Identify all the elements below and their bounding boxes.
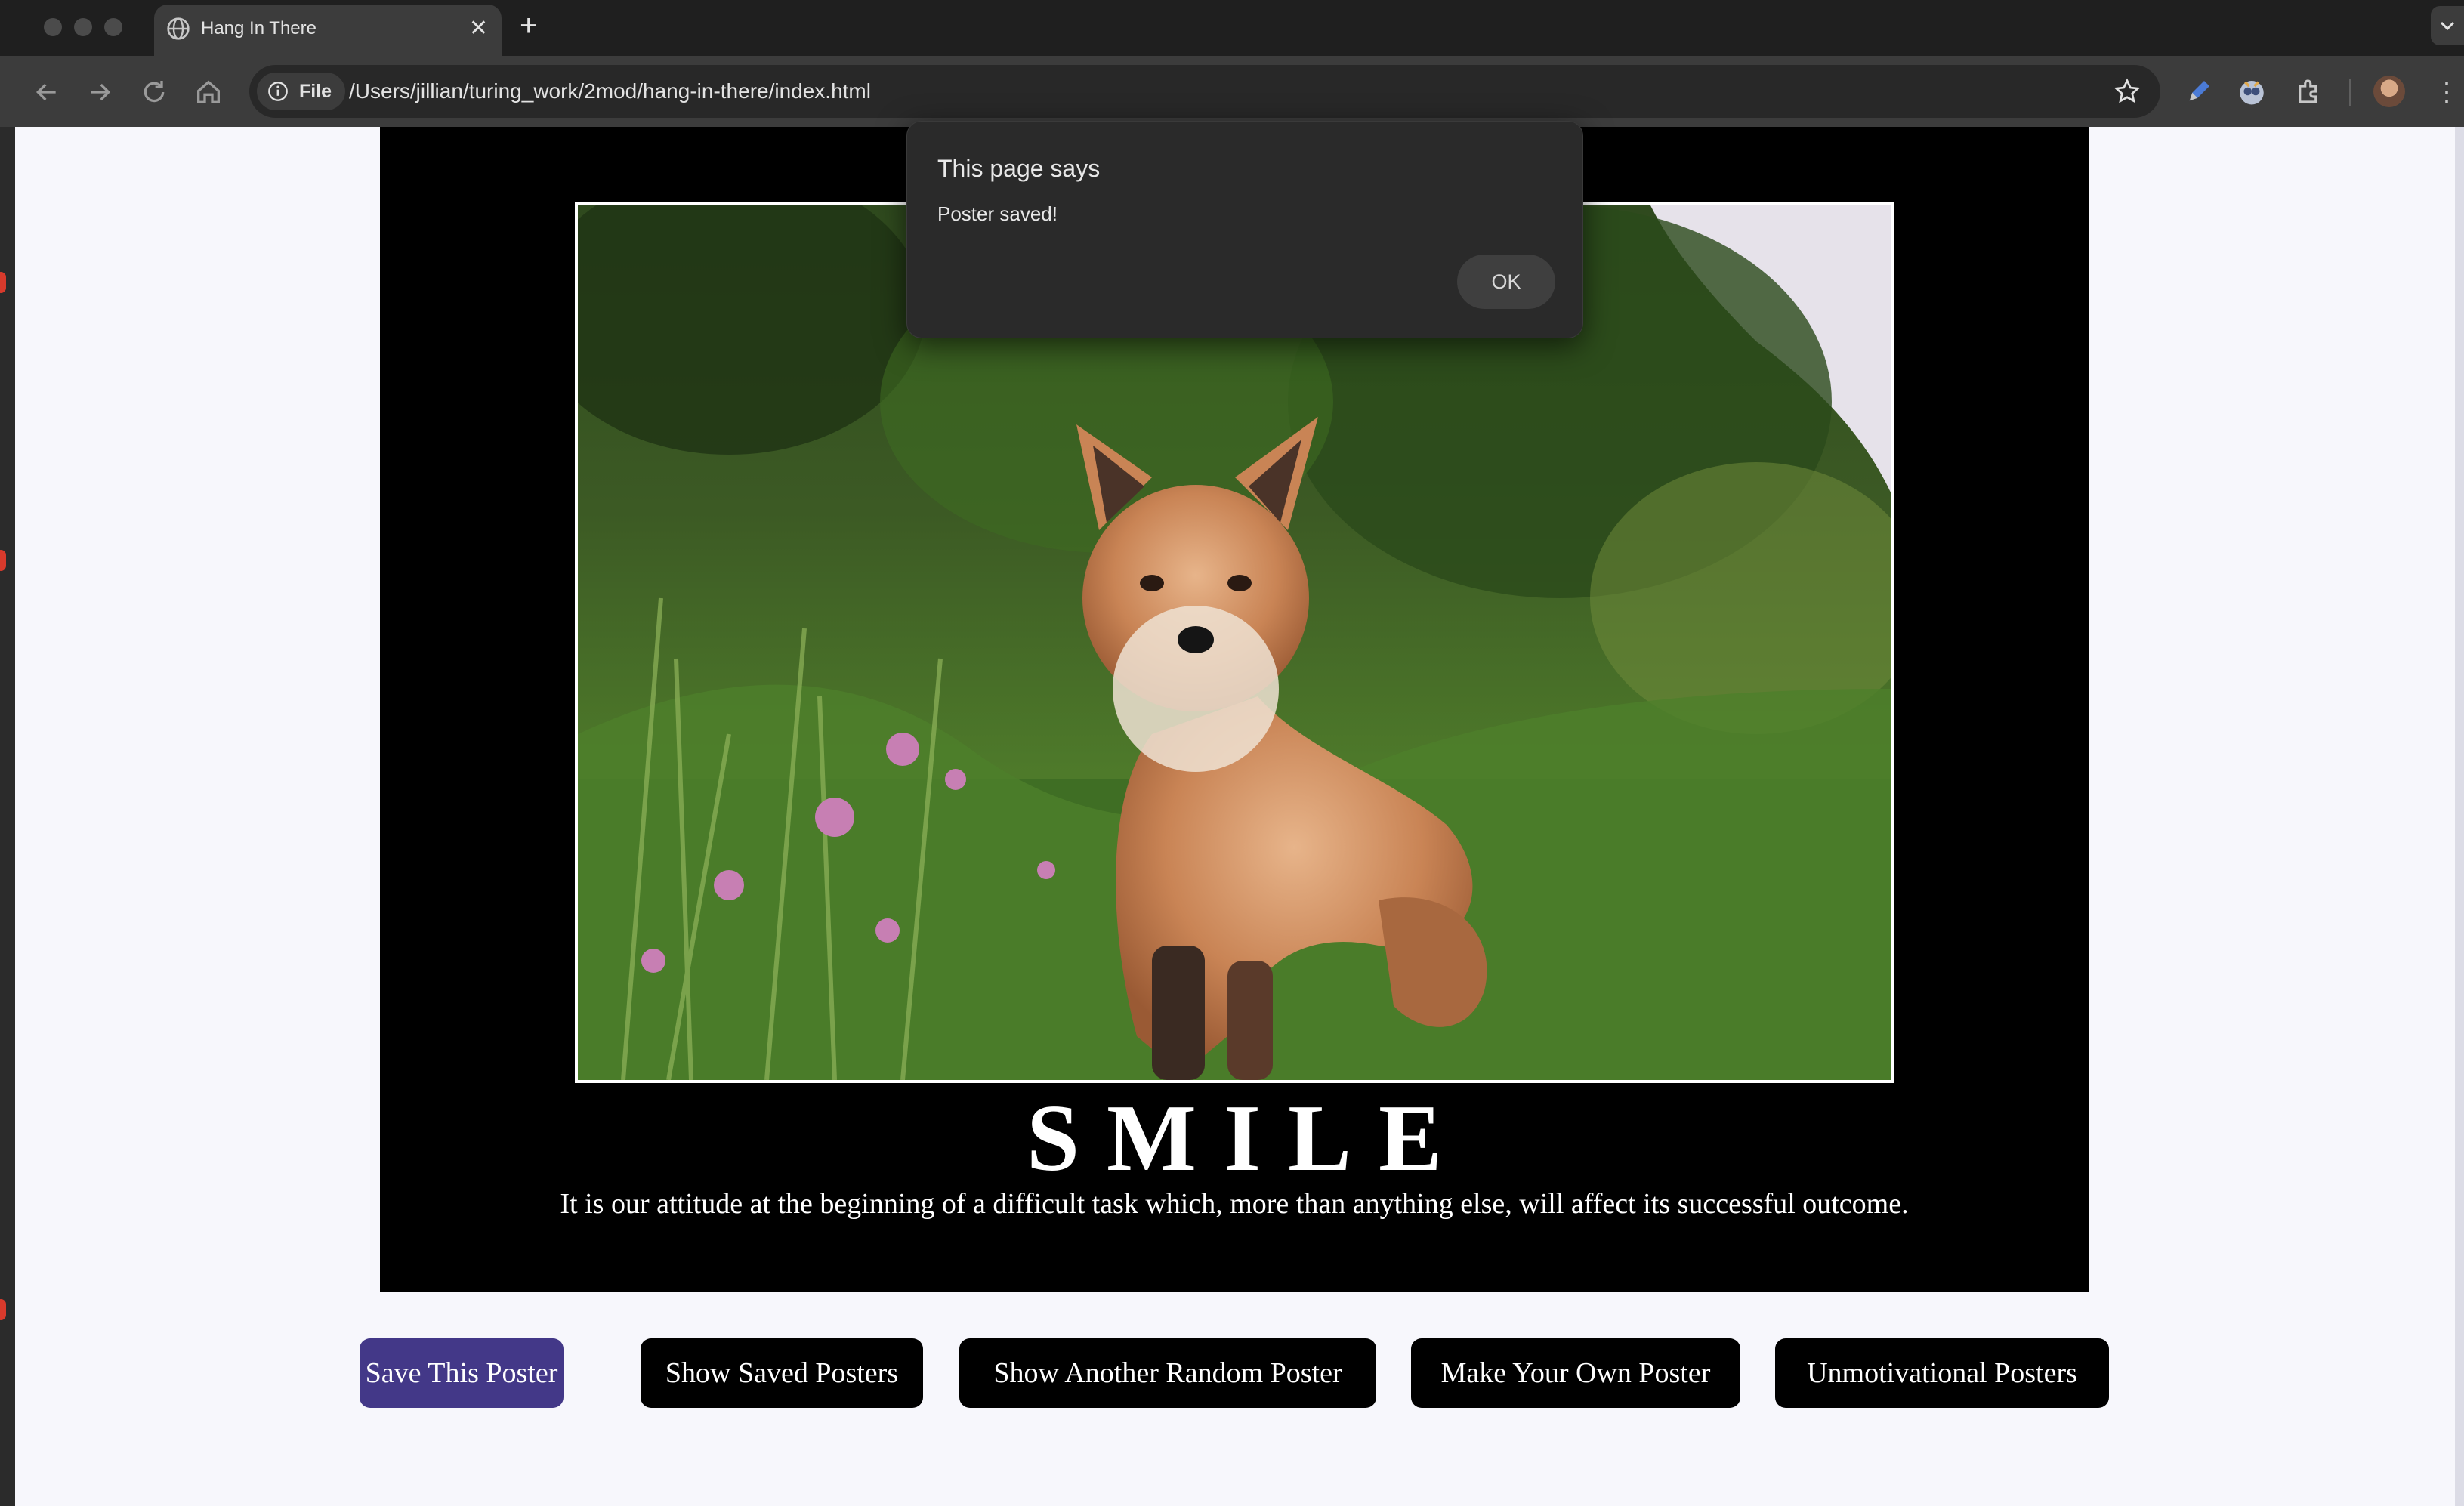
edge-indicator [0,550,6,571]
poster-quote: It is our attitude at the beginning of a… [560,1188,1909,1220]
forward-icon[interactable] [85,77,115,107]
extensions-puzzle-icon[interactable] [2293,76,2325,107]
unmotivational-posters-button[interactable]: Unmotivational Posters [1775,1338,2109,1408]
scrollbar-track[interactable] [2455,127,2464,1506]
close-window-button[interactable] [44,18,62,36]
globe-icon [167,17,190,40]
dialog-message: Poster saved! [937,202,1058,225]
minimize-window-button[interactable] [74,18,92,36]
back-icon[interactable] [32,77,62,107]
make-own-poster-button[interactable]: Make Your Own Poster [1411,1338,1740,1408]
tab-title: Hang In There [201,18,316,39]
info-icon [268,82,288,101]
dialog-title: This page says [937,155,1101,182]
site-info-chip[interactable]: File [257,73,346,110]
ok-button[interactable]: OK [1457,255,1555,309]
show-random-poster-button[interactable]: Show Another Random Poster [959,1338,1376,1408]
chevron-down-icon [2440,21,2455,31]
pen-extension-icon[interactable] [2183,76,2215,107]
alert-dialog: This page says Poster saved! OK [906,121,1583,338]
browser-toolbar: File /Users/jillian/turing_work/2mod/han… [0,56,2464,127]
toolbar-divider [2349,79,2351,106]
owl-extension-icon[interactable] [2236,76,2268,107]
reload-icon[interactable] [139,77,169,107]
tab-search-button[interactable] [2431,6,2464,45]
home-icon[interactable] [193,77,224,107]
new-tab-button[interactable]: + [520,9,537,42]
address-bar[interactable]: File /Users/jillian/turing_work/2mod/han… [249,65,2160,118]
close-tab-icon[interactable]: ✕ [469,15,488,42]
edge-indicator [0,272,6,293]
save-poster-button[interactable]: Save This Poster [360,1338,564,1408]
left-window-edge [0,127,15,1506]
url-text[interactable]: /Users/jillian/turing_work/2mod/hang-in-… [349,65,871,118]
profile-avatar[interactable] [2373,76,2405,107]
edge-indicator [0,1299,6,1320]
maximize-window-button[interactable] [104,18,122,36]
browser-menu-icon[interactable]: ⋮ [2434,77,2459,107]
bookmark-star-icon[interactable] [2114,78,2141,105]
tab-hang-in-there[interactable]: Hang In There ✕ [154,5,502,56]
site-chip-label: File [299,81,332,102]
tab-strip: Hang In There ✕ + [0,0,2464,56]
show-saved-posters-button[interactable]: Show Saved Posters [641,1338,923,1408]
